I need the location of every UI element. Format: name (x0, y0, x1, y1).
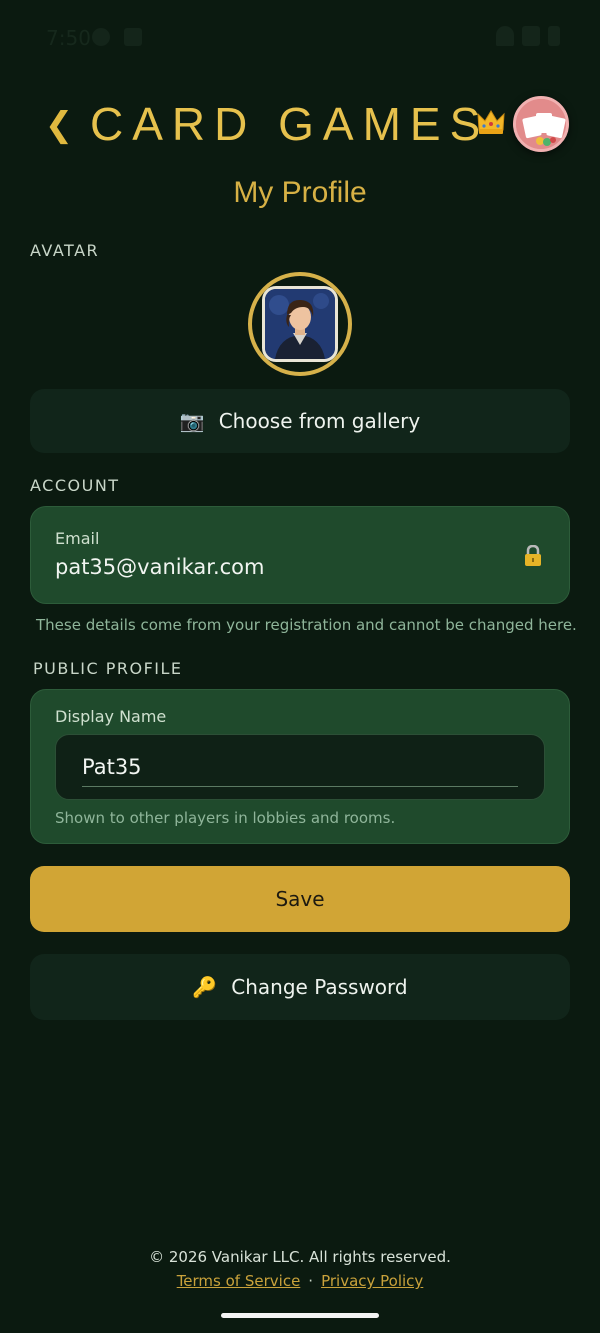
email-value: pat35@vanikar.com (55, 555, 265, 579)
display-name-input[interactable] (82, 749, 522, 785)
account-section-label: ACCOUNT (30, 476, 120, 495)
dnd-icon (92, 28, 110, 46)
choose-from-gallery-label: Choose from gallery (218, 409, 421, 433)
save-button[interactable]: Save (30, 866, 570, 932)
wifi-icon (496, 26, 514, 46)
email-card: Email pat35@vanikar.com (30, 506, 570, 604)
avatar-section-label: AVATAR (30, 241, 100, 260)
battery-icon (548, 26, 560, 46)
input-underline (82, 786, 518, 787)
status-right (496, 26, 560, 46)
display-name-card: Display Name Shown to other players in l… (30, 689, 570, 844)
privacy-policy-link[interactable]: Privacy Policy (321, 1272, 423, 1290)
footer-links: Terms of Service · Privacy Policy (0, 1272, 600, 1290)
camera-icon: 📷 (179, 409, 205, 433)
display-name-field[interactable] (55, 734, 545, 800)
home-indicator[interactable] (221, 1313, 379, 1318)
crown-icon (476, 108, 506, 136)
display-name-hint: Shown to other players in lobbies and ro… (55, 809, 396, 827)
app-title: CARD GAMES (90, 98, 490, 150)
change-password-button[interactable]: 🔑 Change Password (30, 954, 570, 1020)
key-icon: 🔑 (192, 975, 218, 999)
lock-icon (523, 544, 543, 567)
user-avatar-button[interactable] (513, 96, 569, 152)
terms-of-service-link[interactable]: Terms of Service (177, 1272, 301, 1290)
account-hint: These details come from your registratio… (36, 616, 577, 634)
sim-icon (124, 28, 142, 46)
avatar-image (262, 286, 338, 362)
choose-from-gallery-button[interactable]: 📷 Choose from gallery (30, 389, 570, 453)
public-profile-section-label: PUBLIC PROFILE (33, 659, 183, 678)
back-button[interactable]: ❮ (44, 102, 74, 148)
status-time: 7:50 (46, 26, 91, 50)
status-bar: 7:50 (0, 0, 600, 76)
page-title: My Profile (233, 176, 367, 209)
signal-icon (522, 26, 540, 46)
copyright-text: © 2026 Vanikar LLC. All rights reserved. (149, 1248, 451, 1266)
change-password-label: Change Password (231, 975, 408, 999)
profile-avatar[interactable] (248, 272, 352, 376)
email-label: Email (55, 529, 100, 548)
display-name-label: Display Name (55, 707, 167, 726)
footer-separator: · (308, 1272, 314, 1290)
